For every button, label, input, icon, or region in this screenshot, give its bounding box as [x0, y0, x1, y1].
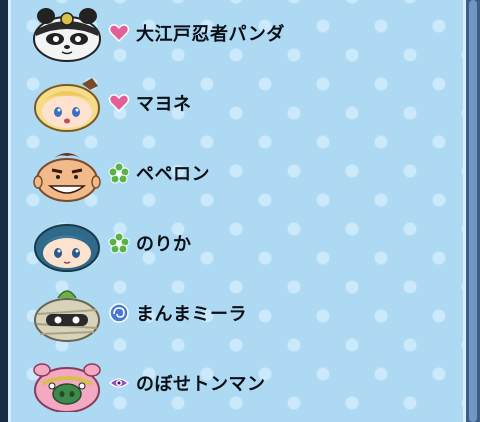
scrollbar-thumb[interactable]: [469, 0, 477, 422]
character-name: まんまミーラ: [136, 304, 247, 325]
list-item[interactable]: のりか: [8, 210, 466, 280]
flower-icon: [108, 232, 130, 254]
ninja-panda-icon: [33, 8, 101, 62]
list-item[interactable]: のぼせトンマン: [8, 350, 466, 420]
blonde-girl-icon: [34, 78, 100, 132]
scrollbar[interactable]: [466, 0, 480, 422]
character-name: のりか: [136, 234, 192, 255]
grinning-man-icon: [33, 153, 101, 202]
list-item[interactable]: まんまミーラ: [8, 280, 466, 350]
heart-icon: [108, 94, 130, 113]
blue-hair-girl-icon: [34, 224, 100, 272]
character-name: ペペロン: [136, 164, 210, 185]
character-list[interactable]: 大江戸忍者パンダ マヨネ ペペロン のりか まんまミーラ のぼせトンマン: [8, 0, 466, 422]
flower-icon: [108, 162, 130, 184]
pink-pig-icon: [33, 363, 101, 412]
mummy-icon: [34, 290, 100, 342]
list-item[interactable]: 大江戸忍者パンダ: [8, 0, 466, 70]
swirl-icon: [109, 303, 129, 323]
eye-icon: [109, 378, 129, 388]
character-name: マヨネ: [136, 94, 192, 115]
list-item[interactable]: マヨネ: [8, 70, 466, 140]
list-item[interactable]: ペペロン: [8, 140, 466, 210]
character-name: のぼせトンマン: [136, 374, 266, 395]
heart-icon: [108, 24, 130, 43]
character-name: 大江戸忍者パンダ: [136, 24, 285, 45]
